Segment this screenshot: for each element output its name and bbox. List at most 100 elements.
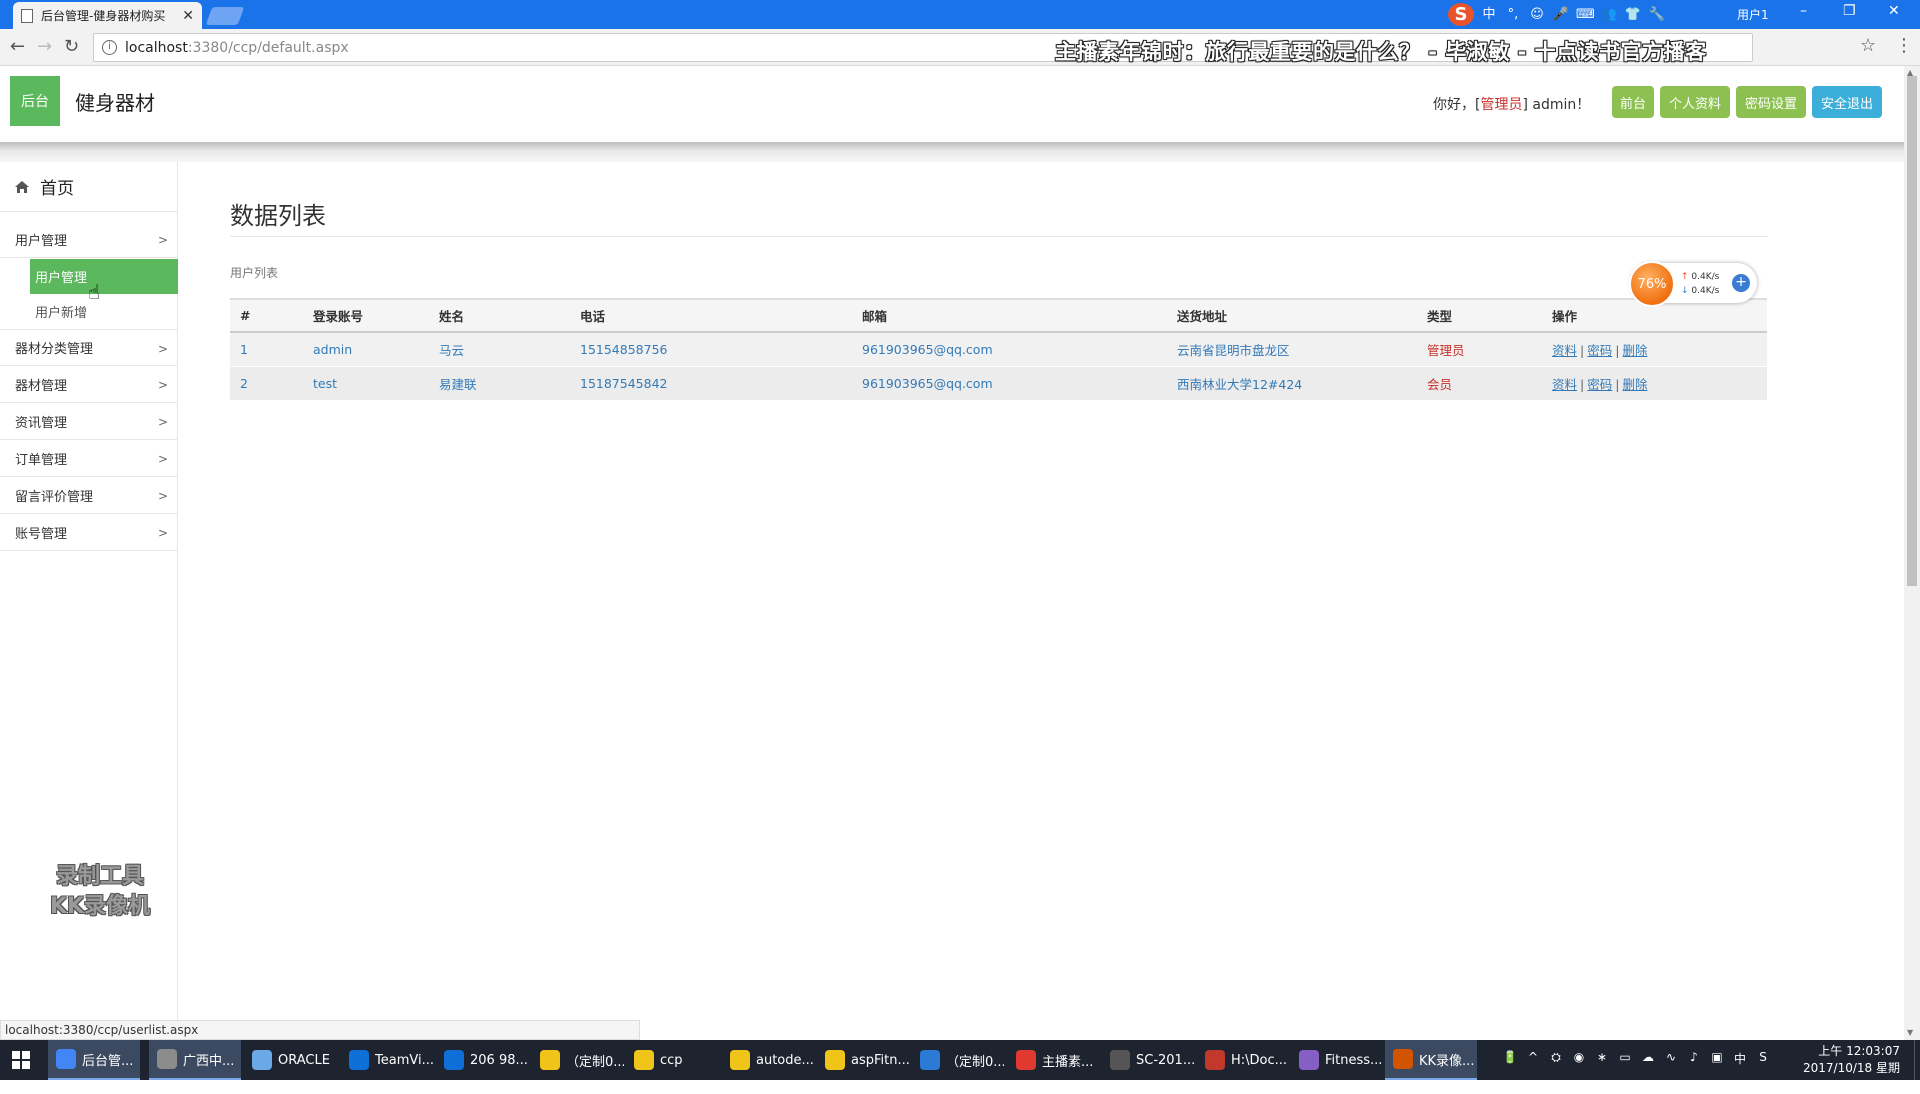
new-tab-button[interactable] [205, 7, 245, 25]
taskbar-app-button[interactable]: SC-201... [1102, 1040, 1194, 1080]
back-icon[interactable]: ← [10, 37, 25, 57]
tray-icon[interactable]: 中 [1732, 1050, 1748, 1067]
table-row: 2 test 易建联 15187545842 961903965@qq.com … [230, 366, 1767, 401]
tray-icon[interactable]: ♪ [1686, 1050, 1702, 1067]
user-table: # 登录账号 姓名 电话 邮箱 送货地址 类型 操作 1 admin 马云 15… [230, 298, 1767, 401]
info-icon[interactable]: i [102, 40, 117, 55]
taskbar-app-button[interactable]: KK录像... [1385, 1040, 1477, 1080]
frontend-button[interactable]: 前台 [1612, 86, 1654, 118]
ime-lang-toggle[interactable]: 中 [1480, 6, 1498, 24]
tray-icon[interactable]: ▭ [1617, 1050, 1633, 1067]
sidebar-home[interactable]: 首页 [0, 162, 178, 212]
watermark-line: 录制工具 [55, 864, 144, 889]
clock[interactable]: 上午 12:03:07 2017/10/18 星期三 [1800, 1043, 1900, 1094]
ime-voice-icon[interactable]: 🎤 [1552, 6, 1570, 24]
memory-usage-ball[interactable]: 76% [1629, 261, 1675, 307]
ime-keyboard-icon[interactable]: ⌨ [1576, 6, 1595, 24]
page-scrollbar[interactable]: ▲ ▼ [1904, 66, 1920, 1040]
taskbar-app-button[interactable]: 206 98... [436, 1040, 528, 1080]
delete-link[interactable]: 删除 [1622, 377, 1647, 392]
password-link[interactable]: 密码 [1587, 377, 1612, 392]
app-icon [1393, 1049, 1413, 1069]
taskbar-app-button[interactable]: （定制0... [912, 1040, 1004, 1080]
show-desktop-button[interactable] [1914, 1040, 1920, 1080]
sogou-ime-icon[interactable]: S [1448, 3, 1474, 26]
tray-icon[interactable]: ∿ [1663, 1050, 1679, 1067]
taskbar-app-button[interactable]: autode... [722, 1040, 814, 1080]
taskbar-app-label: H:\Doc... [1231, 1052, 1288, 1068]
taskbar-app-label: 后台管... [82, 1053, 134, 1069]
greeting-suffix: ] admin！ [1522, 97, 1591, 113]
status-bar-url: localhost:3380/ccp/userlist.aspx [0, 1020, 640, 1040]
ime-punct-toggle[interactable]: °, [1504, 6, 1522, 24]
table-header-row: # 登录账号 姓名 电话 邮箱 送货地址 类型 操作 [230, 298, 1767, 333]
user-greeting: 你好，[管理员] admin！ [1433, 94, 1590, 114]
app-icon [56, 1049, 76, 1069]
sidebar-group-label: 订单管理 [15, 452, 68, 468]
taskbar-app-button[interactable]: 主播素... [1008, 1040, 1100, 1080]
upload-speed-value: 0.4K/s [1691, 272, 1720, 282]
tray-icon[interactable]: ⛭ [1548, 1050, 1564, 1067]
sidebar-group-equipment[interactable]: 器材管理 > [0, 366, 178, 403]
taskbar-app-button[interactable]: TeamVi... [341, 1040, 433, 1080]
plus-icon[interactable]: + [1732, 274, 1750, 292]
sidebar-item-user-add[interactable]: 用户新增 [30, 294, 178, 329]
app-icon [444, 1050, 464, 1070]
taskbar-app-button[interactable]: aspFitn... [817, 1040, 909, 1080]
password-settings-button[interactable]: 密码设置 [1736, 86, 1806, 118]
minimize-icon[interactable]: – [1800, 3, 1807, 19]
info-link[interactable]: 资料 [1552, 343, 1577, 358]
scroll-thumb[interactable] [1907, 76, 1917, 586]
tray-icon[interactable]: ▣ [1709, 1050, 1725, 1067]
title-divider [230, 236, 1768, 237]
ime-skin-icon[interactable]: 👕 [1624, 6, 1642, 24]
app-icon [920, 1050, 940, 1070]
browser-tab[interactable]: 后台管理-健身器材购买 ✕ [13, 2, 202, 29]
upload-speed: ↑ 0.4K/s [1681, 272, 1719, 282]
scroll-down-icon[interactable]: ▼ [1907, 1028, 1913, 1037]
profile-button[interactable]: 个人资料 [1660, 86, 1730, 118]
tray-icon[interactable]: ☁ [1640, 1050, 1656, 1067]
windows-start-icon[interactable] [12, 1051, 30, 1069]
tray-icon[interactable]: ∗ [1594, 1050, 1610, 1067]
delete-link[interactable]: 删除 [1622, 343, 1647, 358]
sidebar-group-reviews[interactable]: 留言评价管理 > [0, 477, 178, 514]
tab-close-icon[interactable]: ✕ [182, 8, 194, 24]
sidebar-group-user[interactable]: 用户管理 > [0, 221, 178, 258]
browser-menu-icon[interactable]: ⋮ [1895, 35, 1913, 56]
sidebar-item-label: 用户新增 [35, 306, 88, 321]
forward-icon[interactable]: → [37, 37, 52, 57]
sidebar-group-news[interactable]: 资讯管理 > [0, 403, 178, 440]
taskbar-app-button[interactable]: 后台管... [48, 1040, 140, 1080]
tray-icon[interactable]: S [1755, 1050, 1771, 1067]
reload-icon[interactable]: ↻ [64, 37, 79, 57]
taskbar-app-button[interactable]: （定制0... [532, 1040, 624, 1080]
network-speed-widget[interactable]: 76% ↑ 0.4K/s ↓ 0.4K/s + [1629, 261, 1757, 307]
mouse-cursor-icon: ☝ [88, 280, 101, 304]
ime-user-icon[interactable]: 👥 [1600, 6, 1618, 24]
taskbar-app-button[interactable]: ORACLE [244, 1040, 336, 1080]
taskbar-app-label: TeamVi... [375, 1052, 433, 1068]
sidebar-item-user-manage[interactable]: 用户管理 [30, 259, 178, 294]
sidebar-group-category[interactable]: 器材分类管理 > [0, 329, 178, 366]
profile-label[interactable]: 用户1 [1737, 6, 1769, 23]
taskbar-app-button[interactable]: H:\Doc... [1197, 1040, 1289, 1080]
sidebar-group-accounts[interactable]: 账号管理 > [0, 514, 178, 551]
logout-button[interactable]: 安全退出 [1812, 86, 1882, 118]
tray-icon[interactable]: ◉ [1571, 1050, 1587, 1067]
ime-emoji-icon[interactable]: ☺ [1528, 6, 1546, 24]
tray-icon[interactable]: 🔋 [1502, 1050, 1518, 1067]
bookmark-star-icon[interactable]: ☆ [1860, 35, 1876, 56]
sidebar-group-orders[interactable]: 订单管理 > [0, 440, 178, 477]
info-link[interactable]: 资料 [1552, 377, 1577, 392]
column-header: 送货地址 [1167, 298, 1417, 333]
tray-icon[interactable]: ^ [1525, 1050, 1541, 1067]
password-link[interactable]: 密码 [1587, 343, 1612, 358]
taskbar-app-button[interactable]: 广西中... [149, 1040, 241, 1080]
close-window-icon[interactable]: ✕ [1888, 3, 1900, 19]
taskbar-app-button[interactable]: ccp [626, 1040, 718, 1080]
restore-icon[interactable]: ❐ [1843, 3, 1856, 19]
taskbar-app-button[interactable]: Fitness... [1291, 1040, 1383, 1080]
app-icon [1299, 1050, 1319, 1070]
ime-tools-icon[interactable]: 🔧 [1648, 6, 1666, 24]
